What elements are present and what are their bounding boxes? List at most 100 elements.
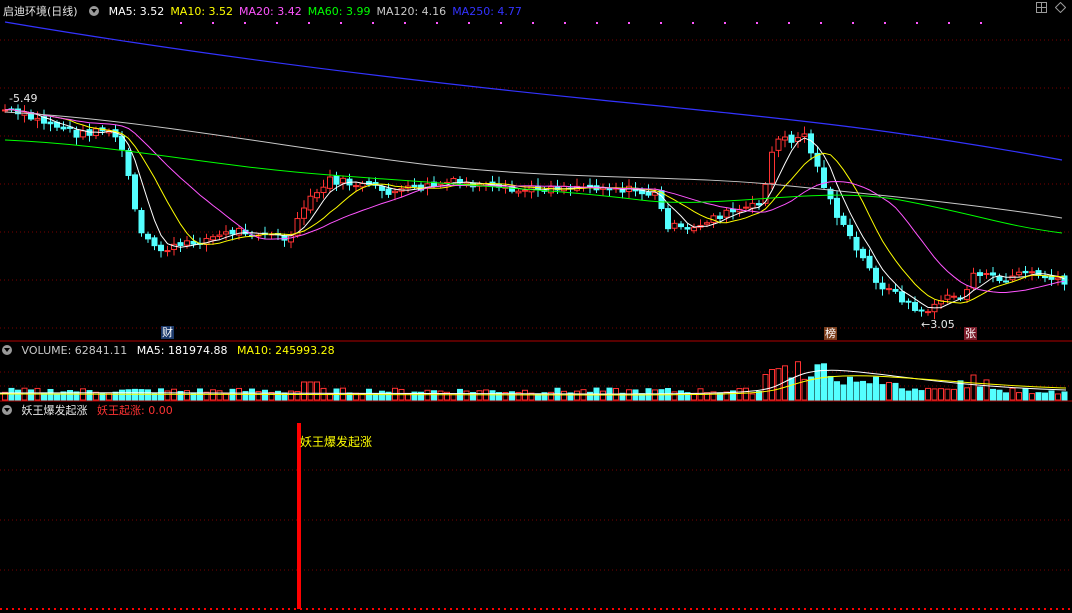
candle xyxy=(834,197,840,218)
candle xyxy=(1029,271,1035,274)
window-grid-icon[interactable] xyxy=(1036,2,1047,13)
volume-bar xyxy=(1029,393,1035,401)
volume-bar xyxy=(132,388,138,401)
candle xyxy=(34,117,41,121)
candle xyxy=(268,233,275,236)
candle xyxy=(535,185,541,191)
chevron-down-icon[interactable] xyxy=(89,6,100,16)
chevron-down-icon[interactable] xyxy=(2,405,12,415)
top-marker-dot xyxy=(692,22,694,24)
volume-bar xyxy=(60,391,67,401)
candle xyxy=(1016,271,1022,276)
candle xyxy=(47,121,54,125)
candle xyxy=(905,300,912,303)
candle xyxy=(184,240,190,246)
marker-cai[interactable]: 财 xyxy=(161,326,174,339)
candle xyxy=(652,192,658,196)
volume-bar xyxy=(886,382,892,401)
candle xyxy=(925,311,931,314)
volume-ma10: MA10: 245993.28 xyxy=(236,344,335,357)
volume-bar xyxy=(1022,388,1029,401)
candle xyxy=(151,237,158,247)
candle xyxy=(821,167,827,188)
volume-bar xyxy=(938,388,944,401)
volume-bar xyxy=(788,377,795,401)
signal-value: 妖王起涨: 0.00 xyxy=(97,404,173,417)
candle xyxy=(918,309,925,312)
candle xyxy=(301,207,307,219)
volume-bar xyxy=(275,390,281,401)
candle xyxy=(470,182,476,188)
candle xyxy=(197,242,203,245)
volume-bar xyxy=(619,392,626,401)
candle xyxy=(431,181,437,187)
top-marker-dot xyxy=(500,22,502,24)
candle xyxy=(2,109,8,112)
volume-bar xyxy=(645,388,652,401)
volume-bar xyxy=(223,392,229,401)
candle xyxy=(873,267,879,283)
candle xyxy=(970,272,977,289)
top-marker-dot xyxy=(660,22,662,24)
candle xyxy=(632,187,639,192)
ma-indicator-list: MA5: 3.52 MA10: 3.52 MA20: 3.42 MA60: 3.99 M… xyxy=(109,5,528,18)
volume-bar xyxy=(229,388,236,401)
diamond-icon[interactable] xyxy=(1055,2,1066,13)
volume-bar xyxy=(398,388,405,401)
top-marker-dot xyxy=(468,22,470,24)
volume-bar xyxy=(522,389,528,401)
marker-zhang[interactable]: 张 xyxy=(964,327,977,340)
volume-bar xyxy=(47,388,54,401)
top-marker-dot xyxy=(532,22,534,24)
volume-bar xyxy=(905,390,912,401)
volume-bar xyxy=(866,383,873,401)
volume-bar xyxy=(210,389,216,401)
volume-bar xyxy=(996,389,1003,401)
volume-bar xyxy=(775,368,782,401)
candle xyxy=(424,183,431,189)
candle xyxy=(340,177,346,184)
volume-bar xyxy=(41,392,47,401)
candle xyxy=(710,215,717,223)
candle xyxy=(957,297,964,300)
signal-title: 妖王爆发起涨 xyxy=(21,404,88,417)
top-marker-dot xyxy=(340,22,342,24)
top-marker-dot xyxy=(788,22,790,24)
signal-annotation: 妖王爆发起涨 xyxy=(300,435,373,449)
volume-bar xyxy=(970,374,977,401)
top-marker-dot xyxy=(756,22,758,24)
volume-bar xyxy=(691,392,697,401)
volume-bar xyxy=(346,392,353,401)
candle xyxy=(626,185,632,193)
top-marker-dot xyxy=(820,22,822,24)
volume-bar xyxy=(405,392,411,401)
volume-bar xyxy=(1055,393,1061,401)
candle xyxy=(41,116,47,124)
candle xyxy=(743,206,749,209)
volume-bar xyxy=(762,374,769,401)
volume-bar xyxy=(1009,387,1016,401)
top-marker-dot xyxy=(884,22,886,24)
candle xyxy=(580,186,587,189)
candle xyxy=(756,203,762,206)
marker-bang[interactable]: 榜 xyxy=(824,327,837,340)
ma-label-4: MA120: 4.16 xyxy=(376,5,447,18)
candle xyxy=(398,188,405,192)
volume-bar xyxy=(151,392,158,401)
volume-bar xyxy=(216,390,223,401)
volume-bar xyxy=(535,393,541,401)
volume-bar xyxy=(164,390,171,401)
volume-bar xyxy=(450,393,457,401)
chevron-down-icon[interactable] xyxy=(2,345,12,355)
candle xyxy=(86,129,93,136)
top-marker-dot xyxy=(916,22,918,24)
ma-line-60 xyxy=(4,139,1063,234)
kline-chart[interactable] xyxy=(0,0,1072,613)
price-panel-header: 启迪环境(日线) MA5: 3.52 MA10: 3.52 MA20: 3.42 MA… xyxy=(0,4,534,20)
volume-bar xyxy=(184,390,190,401)
candle xyxy=(1055,277,1061,280)
volume-bar xyxy=(957,380,964,401)
candle xyxy=(366,181,372,185)
ma-line-120 xyxy=(4,111,1063,219)
volume-bar xyxy=(444,391,450,401)
